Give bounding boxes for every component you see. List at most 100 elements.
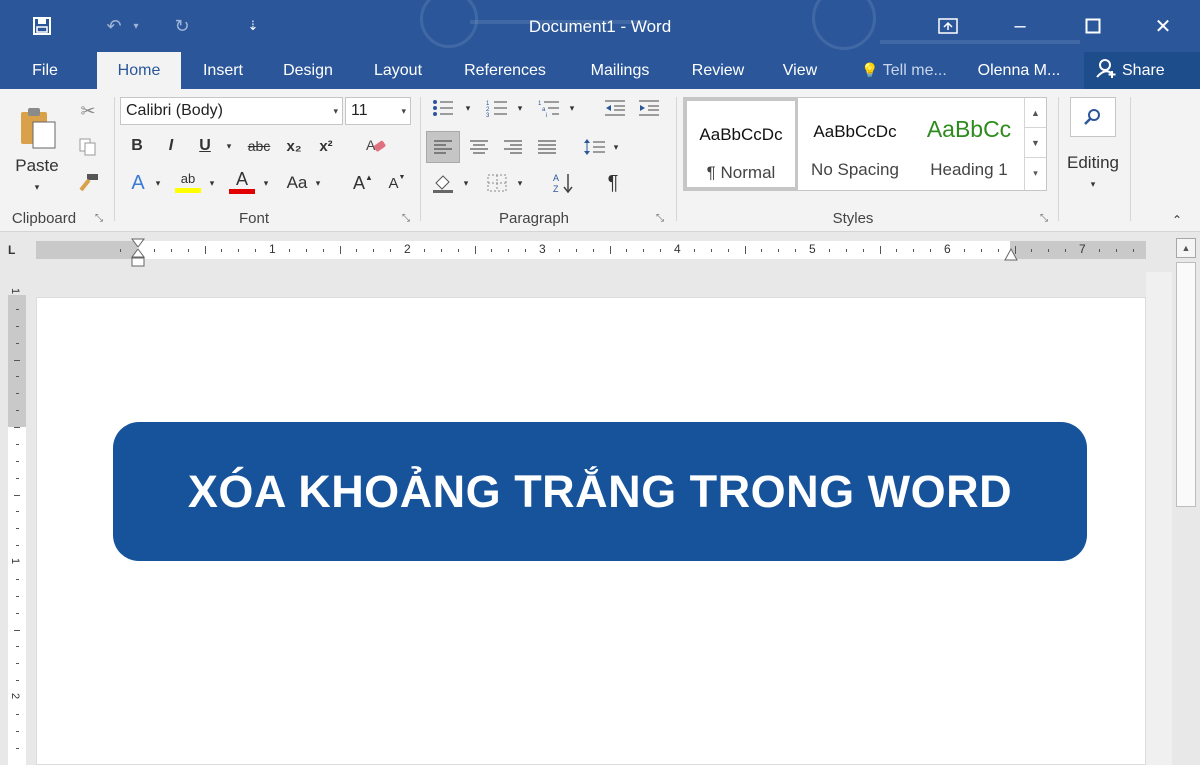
borders-icon[interactable]: [482, 169, 512, 197]
right-indent-marker[interactable]: [1004, 247, 1018, 262]
strikethrough-button[interactable]: abc: [242, 133, 276, 159]
tab-insert[interactable]: Insert: [192, 52, 254, 89]
ruler-number: 2: [9, 692, 22, 700]
vertical-scrollbar[interactable]: ▲: [1172, 232, 1200, 765]
collapse-ribbon-icon[interactable]: ⌃: [1166, 211, 1188, 229]
chevron-down-icon[interactable]: ▾: [152, 169, 164, 197]
tab-home[interactable]: Home: [97, 52, 181, 89]
save-icon[interactable]: [20, 0, 64, 52]
clipboard-dialog-launcher-icon[interactable]: ⤡: [95, 213, 103, 224]
chevron-down-icon[interactable]: ▾: [206, 169, 218, 197]
vertical-ruler[interactable]: 1 1 2: [8, 288, 26, 765]
clipboard-group-label: Clipboard: [11, 210, 77, 227]
undo-dropdown-icon[interactable]: ▾: [128, 0, 144, 52]
cut-icon[interactable]: ✂: [74, 97, 102, 125]
ruler-tick: [16, 713, 19, 715]
numbering-icon[interactable]: 123: [482, 95, 512, 121]
horizontal-ruler[interactable]: 1 2 3 4 5 6 7: [36, 241, 1146, 259]
multilevel-list-icon[interactable]: 1ai: [534, 95, 564, 121]
tab-design[interactable]: Design: [272, 52, 344, 89]
paste-button[interactable]: Paste ▾: [8, 97, 66, 201]
shading-icon[interactable]: [428, 169, 458, 197]
minimize-button[interactable]: –: [995, 0, 1045, 52]
font-size-dropdown[interactable]: 11 ▾: [345, 97, 411, 125]
bold-button[interactable]: B: [124, 133, 150, 159]
style-heading-1[interactable]: AaBbCc Heading 1: [914, 98, 1024, 190]
tab-mailings[interactable]: Mailings: [576, 52, 664, 89]
underline-button[interactable]: U: [192, 133, 218, 159]
gallery-more-icon[interactable]: ▾: [1025, 158, 1046, 188]
close-button[interactable]: ✕: [1138, 0, 1188, 52]
sort-icon[interactable]: AZ: [548, 169, 578, 197]
scroll-thumb[interactable]: [1176, 262, 1196, 507]
chevron-down-icon[interactable]: ▾: [462, 95, 474, 121]
first-line-indent-marker[interactable]: [131, 238, 145, 268]
tab-selector[interactable]: L: [8, 243, 24, 259]
increase-indent-icon[interactable]: [634, 95, 664, 121]
ruler-tick: [693, 249, 695, 252]
chevron-down-icon[interactable]: ▾: [514, 169, 526, 197]
superscript-button[interactable]: x²: [312, 133, 340, 159]
scroll-up-icon[interactable]: ▲: [1176, 238, 1196, 258]
chevron-down-icon[interactable]: ▾: [460, 169, 472, 197]
shrink-font-button[interactable]: A ▼: [384, 169, 410, 197]
chevron-down-icon[interactable]: ▾: [222, 133, 236, 159]
grow-font-button[interactable]: A ▲: [350, 169, 376, 197]
style-no-spacing[interactable]: AaBbCcDc No Spacing: [800, 98, 910, 190]
chevron-down-icon[interactable]: ▾: [312, 169, 324, 197]
font-color-button[interactable]: A: [226, 167, 258, 197]
style-normal[interactable]: AaBbCcDc ¶ Normal: [684, 98, 798, 190]
bullets-icon[interactable]: [428, 95, 458, 121]
text-effects-icon[interactable]: A: [124, 169, 152, 197]
chevron-down-icon[interactable]: ▾: [566, 95, 578, 121]
ruler-tick: [778, 249, 780, 252]
scroll-up-icon[interactable]: ▲: [1025, 98, 1046, 128]
align-left-icon[interactable]: [426, 131, 460, 163]
chevron-down-icon[interactable]: ▾: [610, 131, 622, 163]
font-name-dropdown[interactable]: Calibri (Body) ▾: [120, 97, 343, 125]
redo-icon[interactable]: ↻: [160, 0, 204, 52]
ruler-tick: [221, 249, 223, 252]
ruler-tick: [710, 249, 712, 252]
scroll-down-icon[interactable]: ▼: [1025, 128, 1046, 158]
format-painter-icon[interactable]: [74, 169, 102, 197]
find-button[interactable]: [1070, 97, 1116, 137]
font-dialog-launcher-icon[interactable]: ⤡: [402, 213, 410, 224]
subscript-button[interactable]: x₂: [280, 133, 308, 159]
tab-references[interactable]: References: [452, 52, 558, 89]
highlight-color-button[interactable]: ab: [172, 167, 204, 197]
customize-toolbar-icon[interactable]: ⇣: [236, 0, 270, 52]
share-button[interactable]: Share: [1084, 52, 1200, 89]
tell-me-search[interactable]: 💡 Tell me...: [846, 52, 962, 89]
clear-formatting-icon[interactable]: A: [362, 133, 390, 159]
align-right-icon[interactable]: [498, 131, 528, 163]
editing-button[interactable]: Editing ▾: [1060, 147, 1126, 195]
maximize-button[interactable]: [1068, 0, 1118, 52]
ruler-top-margin: [8, 295, 26, 427]
tab-file[interactable]: File: [16, 52, 74, 89]
line-spacing-icon[interactable]: [580, 131, 610, 163]
copy-icon[interactable]: [74, 133, 102, 161]
styles-dialog-launcher-icon[interactable]: ⤡: [1040, 213, 1048, 224]
user-account[interactable]: Olenna M...: [966, 52, 1072, 89]
chevron-down-icon[interactable]: ▾: [260, 169, 272, 197]
show-formatting-marks-button[interactable]: ¶: [598, 169, 628, 197]
ribbon-display-options-icon[interactable]: [926, 0, 970, 52]
justify-icon[interactable]: [532, 131, 562, 163]
decrease-indent-icon[interactable]: [600, 95, 630, 121]
ruler-tick: [913, 249, 915, 252]
align-center-icon[interactable]: [464, 131, 494, 163]
tab-view[interactable]: View: [772, 52, 828, 89]
tab-review[interactable]: Review: [682, 52, 754, 89]
paragraph-dialog-launcher-icon[interactable]: ⤡: [656, 213, 664, 224]
ruler-number: 6: [944, 242, 951, 256]
tab-layout[interactable]: Layout: [362, 52, 434, 89]
ruler-tick: [963, 249, 965, 252]
group-divider: [114, 97, 115, 221]
change-case-button[interactable]: Aa: [280, 169, 314, 197]
ruler-tick: [16, 545, 19, 547]
chevron-down-icon[interactable]: ▾: [514, 95, 526, 121]
italic-button[interactable]: I: [158, 133, 184, 159]
ruler-tick: [16, 646, 19, 648]
ruler-tick: [14, 629, 20, 631]
